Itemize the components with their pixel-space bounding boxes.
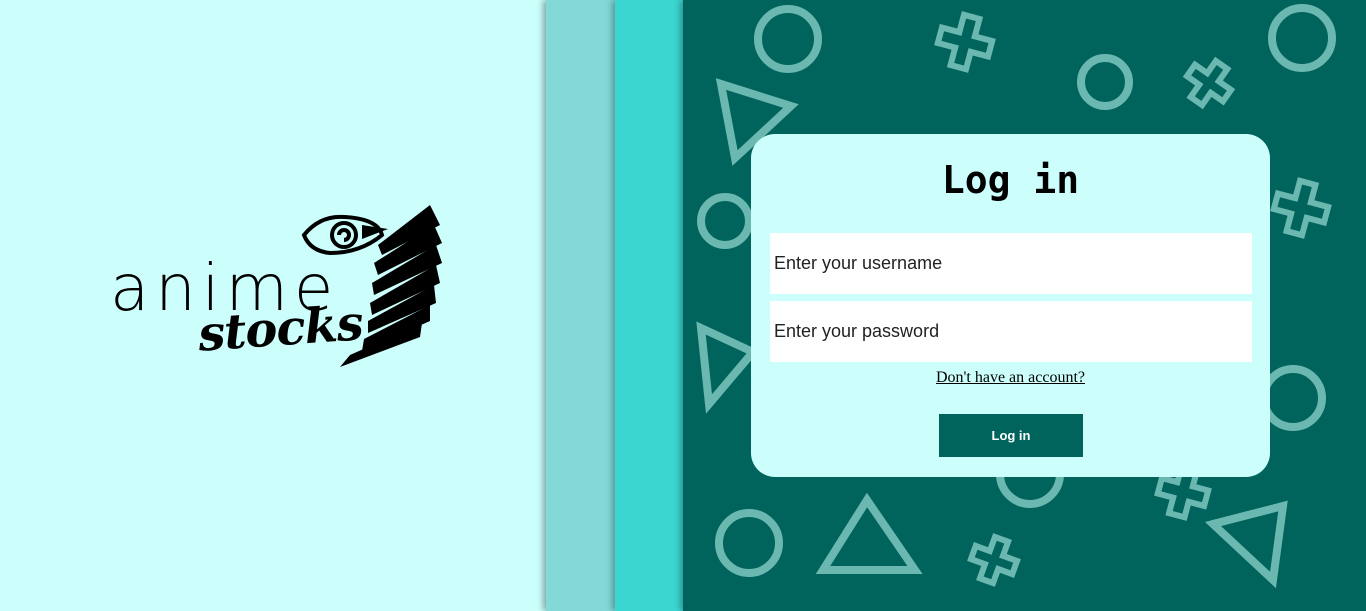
triangle-shape-icon bbox=[815, 492, 923, 574]
login-title: Log in bbox=[941, 158, 1080, 202]
circle-shape-icon bbox=[754, 5, 822, 73]
cross-shape-icon bbox=[1270, 177, 1332, 239]
login-button[interactable]: Log in bbox=[939, 414, 1083, 457]
circle-shape-icon bbox=[715, 509, 783, 577]
signup-link[interactable]: Don't have an account? bbox=[751, 369, 1270, 387]
decorative-stripe-medium bbox=[615, 0, 683, 611]
decorative-stripe-light bbox=[546, 0, 615, 611]
triangle-shape-icon bbox=[1204, 500, 1288, 589]
cross-shape-icon bbox=[967, 533, 1021, 587]
password-input[interactable] bbox=[770, 301, 1252, 362]
branding-panel: anime stocks bbox=[0, 0, 546, 611]
circle-shape-icon bbox=[1260, 365, 1326, 431]
login-form: Log in Don't have an account? Log in bbox=[751, 134, 1270, 477]
circle-shape-icon bbox=[1268, 4, 1336, 72]
circle-shape-icon bbox=[1077, 54, 1133, 110]
circle-shape-icon bbox=[697, 193, 753, 249]
logo-word-stocks: stocks bbox=[196, 295, 365, 363]
username-input[interactable] bbox=[770, 233, 1252, 294]
cross-shape-icon bbox=[1182, 56, 1236, 110]
anime-stocks-logo: anime stocks bbox=[110, 205, 450, 375]
cross-shape-icon bbox=[934, 11, 996, 73]
triangle-shape-icon bbox=[696, 321, 760, 414]
